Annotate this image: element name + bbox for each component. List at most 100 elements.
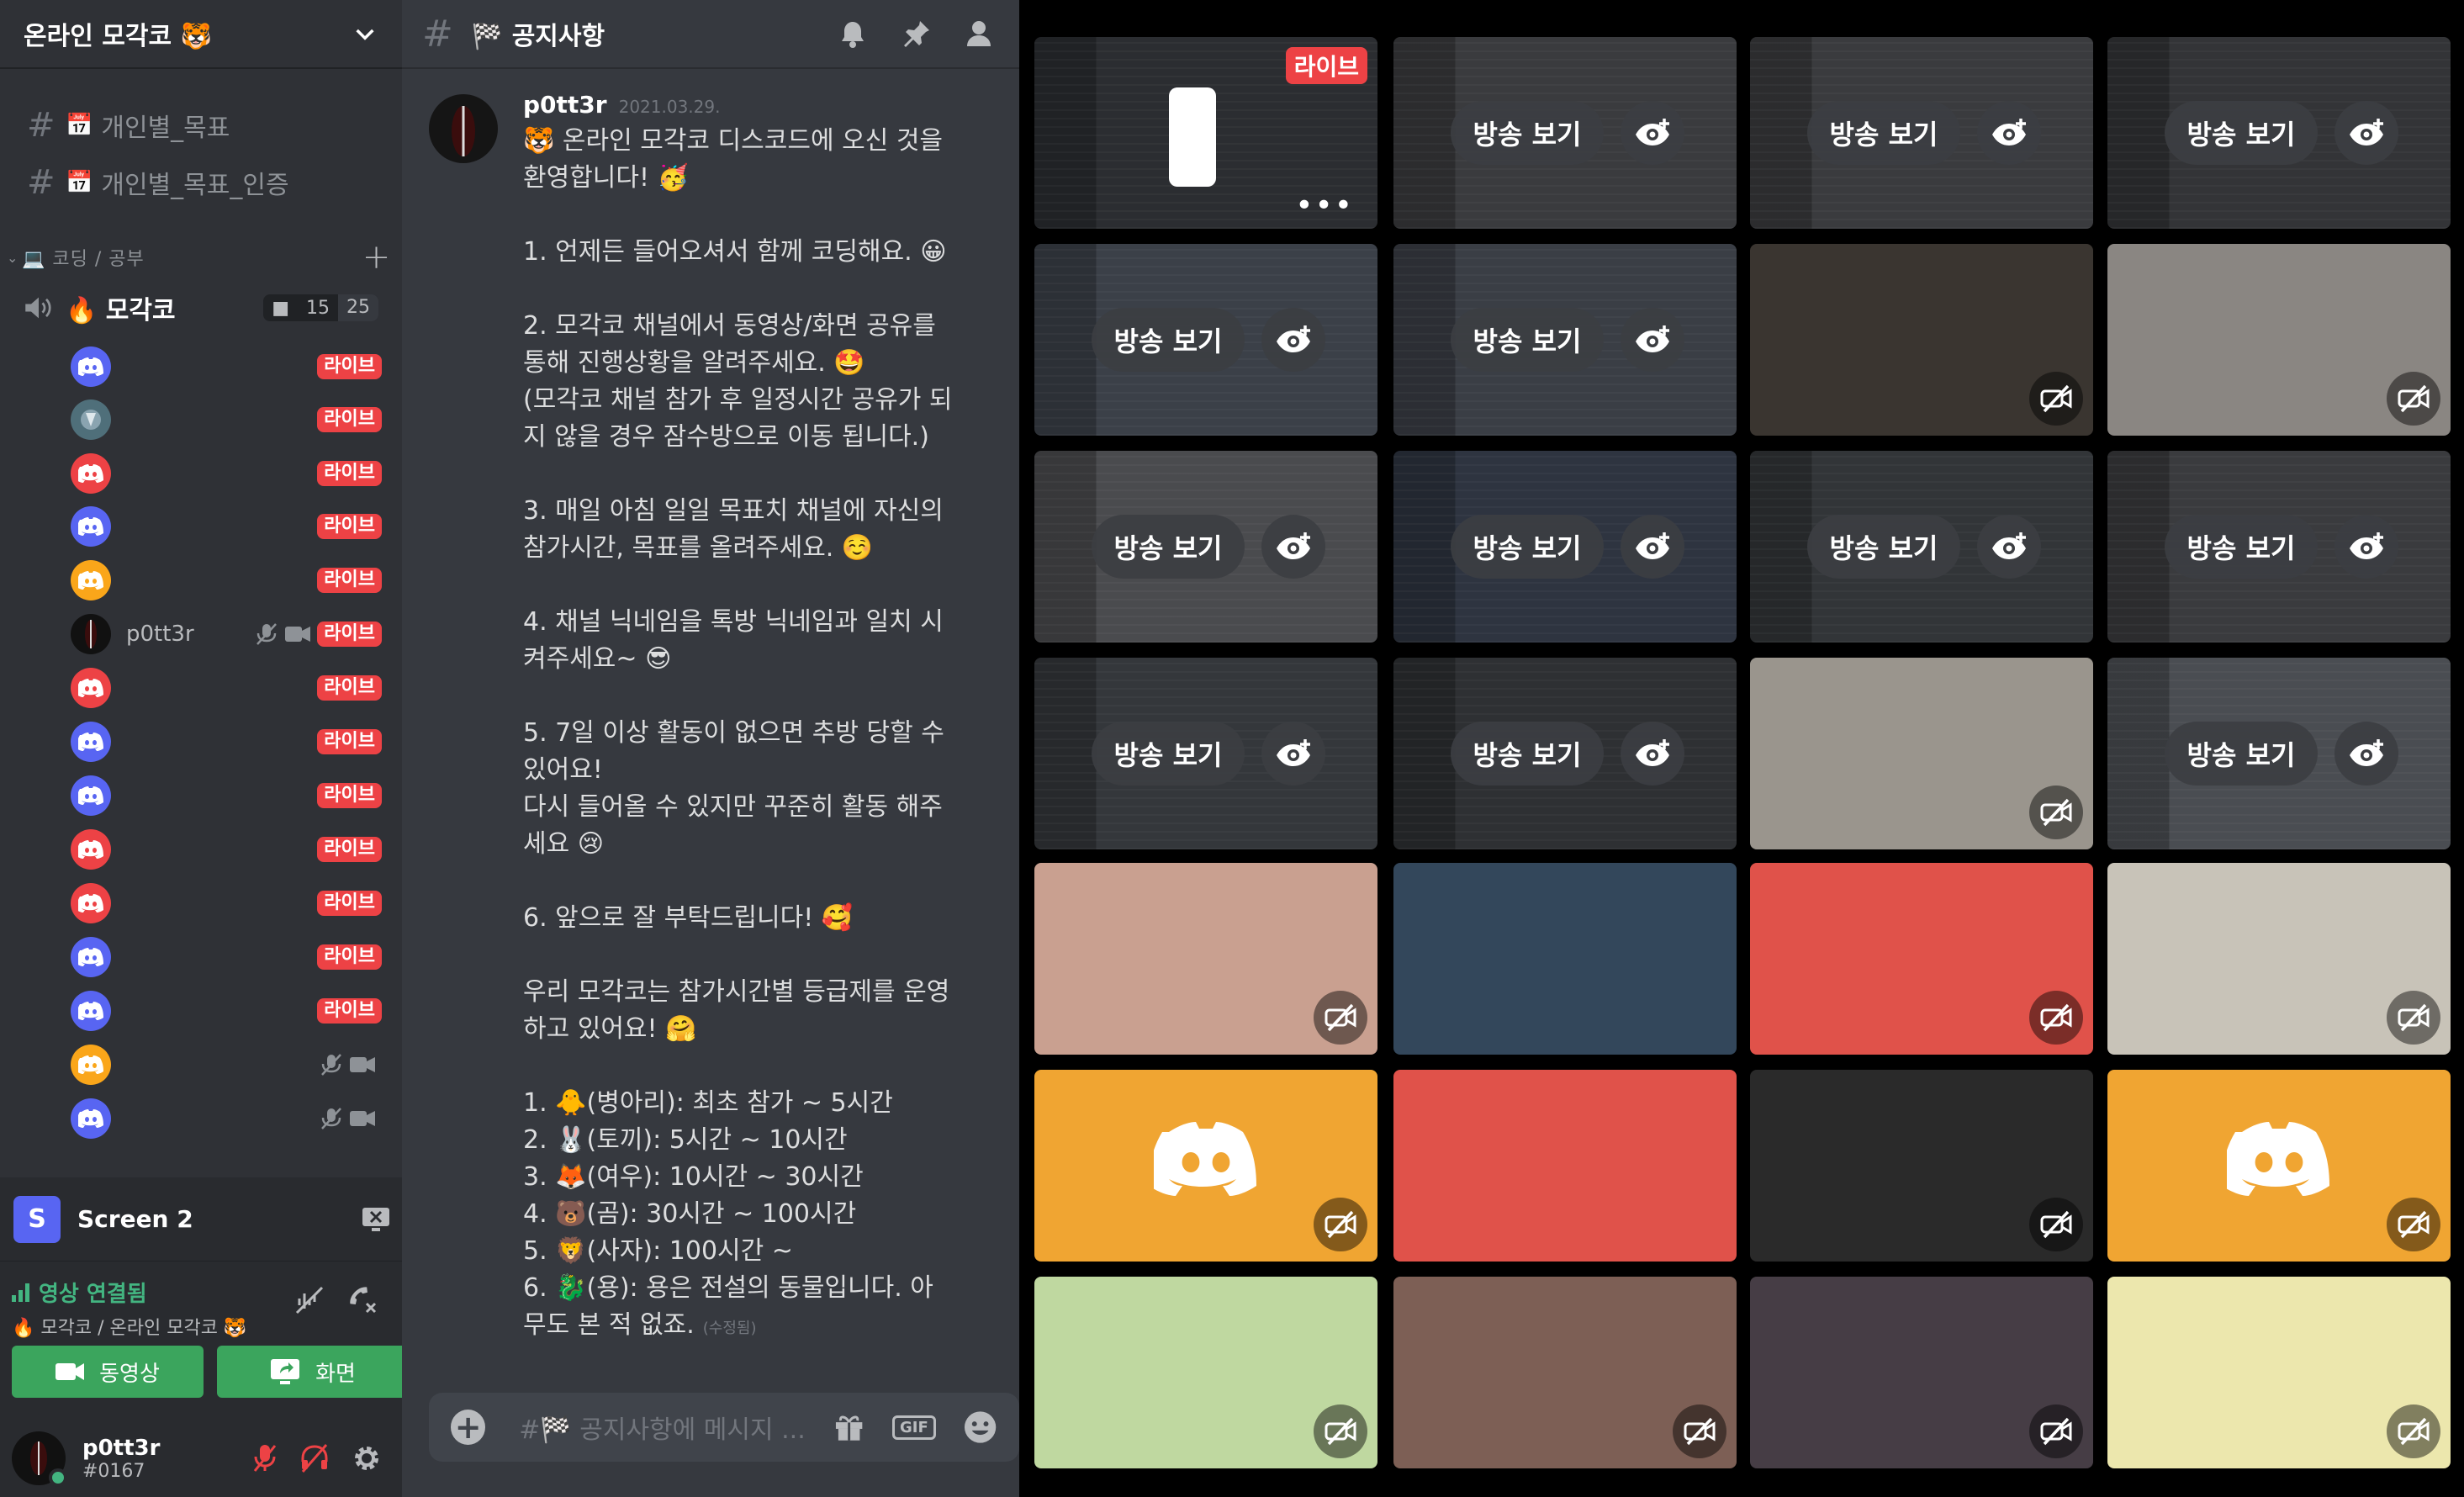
voice-member[interactable]: 라이브 bbox=[71, 987, 382, 1034]
avatar[interactable] bbox=[71, 346, 111, 387]
voice-channel-mogakco[interactable]: 🔥 모각코 ■ 15 25 bbox=[12, 284, 390, 331]
avatar[interactable] bbox=[71, 937, 111, 977]
add-watch-button[interactable] bbox=[1261, 308, 1325, 372]
avatar[interactable] bbox=[71, 883, 111, 923]
watch-stream-button[interactable]: 방송 보기 bbox=[1092, 308, 1245, 372]
gif-button[interactable]: GIF bbox=[892, 1415, 936, 1440]
more-options-icon[interactable]: ••• bbox=[1295, 191, 1354, 221]
stream-tile[interactable]: 방송 보기 bbox=[1393, 37, 1737, 229]
avatar[interactable] bbox=[71, 668, 111, 708]
voice-member[interactable]: 라이브 bbox=[71, 718, 382, 765]
watch-stream-button[interactable]: 방송 보기 bbox=[1807, 515, 1960, 579]
mic-muted-icon[interactable] bbox=[252, 1443, 278, 1473]
bell-icon[interactable] bbox=[838, 19, 868, 49]
disconnect-icon[interactable] bbox=[348, 1285, 378, 1315]
add-watch-button[interactable] bbox=[1621, 308, 1684, 372]
watch-stream-button[interactable]: 방송 보기 bbox=[1451, 308, 1604, 372]
voice-member[interactable]: p0tt3r 라이브 bbox=[71, 611, 382, 658]
add-watch-button[interactable] bbox=[1977, 101, 2041, 165]
add-watch-button[interactable] bbox=[1621, 515, 1684, 579]
voice-member[interactable]: 라이브 bbox=[71, 450, 382, 497]
participant-tile[interactable] bbox=[1393, 863, 1737, 1055]
add-watch-button[interactable] bbox=[2334, 722, 2398, 786]
watch-stream-button[interactable]: 방송 보기 bbox=[2165, 722, 2318, 786]
stream-tile[interactable]: 라이브 ••• bbox=[1034, 37, 1377, 229]
add-watch-button[interactable] bbox=[1261, 515, 1325, 579]
voice-member[interactable]: 라이브 bbox=[71, 557, 382, 604]
participant-tile[interactable] bbox=[1750, 658, 2093, 849]
participant-tile[interactable] bbox=[1034, 1070, 1377, 1262]
stream-tile[interactable]: 방송 보기 bbox=[1750, 451, 2093, 643]
stream-tile[interactable]: 방송 보기 bbox=[1393, 244, 1737, 436]
stream-tile[interactable]: 방송 보기 bbox=[1393, 451, 1737, 643]
avatar[interactable] bbox=[71, 506, 111, 547]
add-watch-button[interactable] bbox=[1621, 722, 1684, 786]
avatar[interactable] bbox=[429, 94, 498, 163]
participant-tile[interactable] bbox=[1034, 863, 1377, 1055]
pin-icon[interactable] bbox=[902, 19, 932, 49]
participant-tile[interactable] bbox=[1034, 1277, 1377, 1468]
avatar[interactable] bbox=[71, 560, 111, 600]
avatar[interactable] bbox=[71, 775, 111, 816]
noise-suppression-icon[interactable] bbox=[294, 1285, 325, 1315]
gear-icon[interactable] bbox=[352, 1443, 382, 1473]
channel-item-personal-goal[interactable]: # 📅 개인별_목표 bbox=[12, 99, 245, 151]
message-input[interactable]: + #🏁 공지사항에 메시지 ... GIF bbox=[429, 1393, 1019, 1462]
watch-stream-button[interactable]: 방송 보기 bbox=[1451, 722, 1604, 786]
participant-tile[interactable] bbox=[2107, 1070, 2451, 1262]
participant-tile[interactable] bbox=[1393, 1070, 1737, 1262]
add-watch-button[interactable] bbox=[1621, 101, 1684, 165]
watch-stream-button[interactable]: 방송 보기 bbox=[1451, 515, 1604, 579]
voice-member[interactable] bbox=[71, 1095, 382, 1142]
participant-tile[interactable] bbox=[2107, 244, 2451, 436]
channel-item-personal-goal-proof[interactable]: # 📅 개인별_목표_인증 bbox=[12, 156, 304, 209]
avatar[interactable] bbox=[71, 1045, 111, 1085]
avatar[interactable] bbox=[71, 1098, 111, 1139]
voice-member[interactable] bbox=[71, 1041, 382, 1088]
participant-tile[interactable] bbox=[1750, 1070, 2093, 1262]
server-header[interactable]: 온라인 모각코 🐯 bbox=[0, 0, 402, 69]
stream-tile[interactable]: 방송 보기 bbox=[2107, 451, 2451, 643]
stream-tile[interactable]: 방송 보기 bbox=[1393, 658, 1737, 849]
stream-tile[interactable]: 방송 보기 bbox=[1034, 658, 1377, 849]
watch-stream-button[interactable]: 방송 보기 bbox=[1092, 515, 1245, 579]
stream-tile[interactable]: 방송 보기 bbox=[1034, 451, 1377, 643]
voice-member[interactable]: 라이브 bbox=[71, 826, 382, 873]
participant-tile[interactable] bbox=[1393, 1277, 1737, 1468]
add-watch-button[interactable] bbox=[2334, 101, 2398, 165]
avatar[interactable] bbox=[71, 453, 111, 494]
voice-member[interactable]: 라이브 bbox=[71, 503, 382, 550]
stream-tile[interactable]: 방송 보기 bbox=[1750, 37, 2093, 229]
participant-tile[interactable] bbox=[1750, 1277, 2093, 1468]
add-watch-button[interactable] bbox=[1977, 515, 2041, 579]
avatar[interactable] bbox=[71, 614, 111, 654]
voice-member[interactable]: 라이브 bbox=[71, 396, 382, 443]
participant-tile[interactable] bbox=[2107, 1277, 2451, 1468]
video-button[interactable]: 동영상 bbox=[12, 1346, 204, 1398]
emoji-icon[interactable] bbox=[963, 1410, 997, 1445]
avatar[interactable] bbox=[71, 399, 111, 440]
watch-stream-button[interactable]: 방송 보기 bbox=[2165, 515, 2318, 579]
watch-stream-button[interactable]: 방송 보기 bbox=[2165, 101, 2318, 165]
stop-stream-icon[interactable] bbox=[362, 1207, 390, 1232]
screen-share-button[interactable]: 화면 bbox=[217, 1346, 402, 1398]
category-coding-study[interactable]: ⌄ 💻 코딩 / 공부 + bbox=[7, 238, 394, 277]
add-watch-button[interactable] bbox=[2334, 515, 2398, 579]
watch-stream-button[interactable]: 방송 보기 bbox=[1807, 101, 1960, 165]
participant-tile[interactable] bbox=[1750, 244, 2093, 436]
watch-stream-button[interactable]: 방송 보기 bbox=[1451, 101, 1604, 165]
member-list-icon[interactable] bbox=[965, 19, 999, 49]
stream-tile[interactable]: 방송 보기 bbox=[2107, 37, 2451, 229]
avatar[interactable] bbox=[71, 829, 111, 870]
stream-preview[interactable]: S Screen 2 bbox=[0, 1177, 402, 1262]
add-channel-icon[interactable]: + bbox=[360, 238, 394, 277]
stream-tile[interactable]: 방송 보기 bbox=[2107, 658, 2451, 849]
avatar[interactable] bbox=[12, 1431, 67, 1487]
add-watch-button[interactable] bbox=[1261, 722, 1325, 786]
avatar[interactable] bbox=[71, 722, 111, 762]
voice-member[interactable]: 라이브 bbox=[71, 343, 382, 390]
voice-member[interactable]: 라이브 bbox=[71, 934, 382, 981]
participant-tile[interactable] bbox=[1750, 863, 2093, 1055]
gift-icon[interactable] bbox=[833, 1410, 865, 1444]
add-attachment-icon[interactable]: + bbox=[451, 1410, 486, 1445]
